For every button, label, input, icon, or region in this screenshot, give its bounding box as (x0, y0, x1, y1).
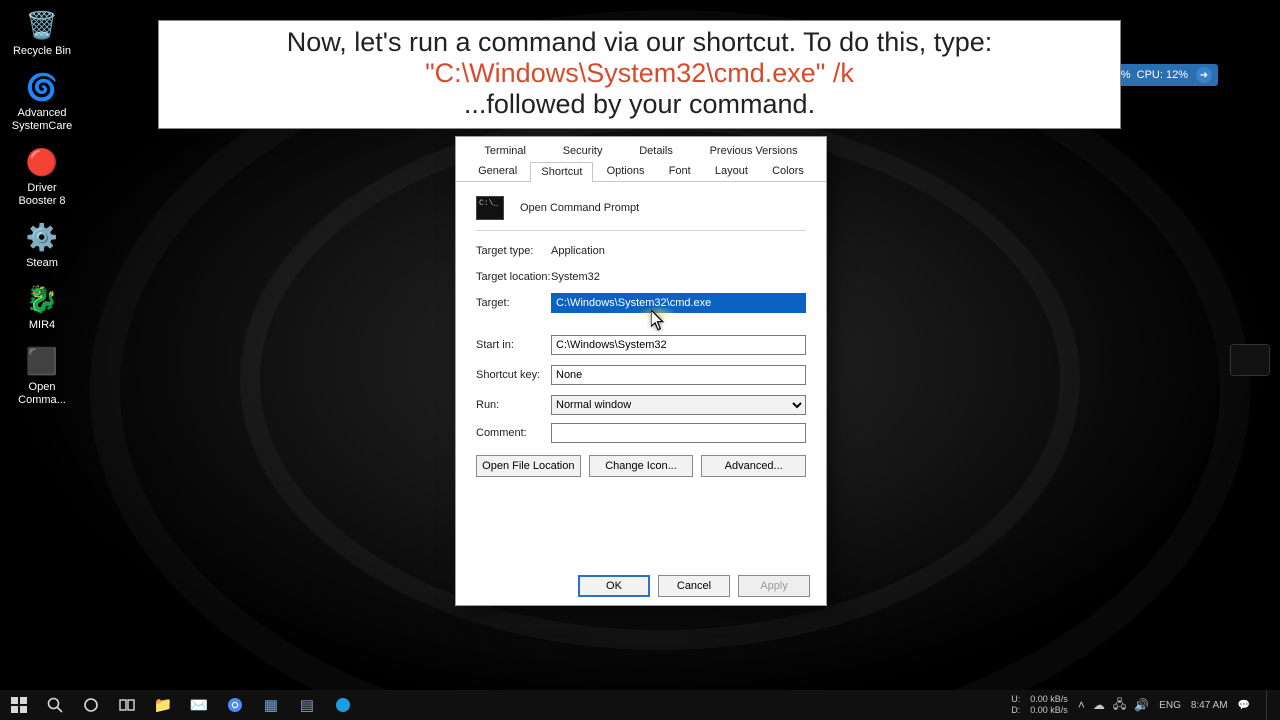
desktop-icon-driver-booster[interactable]: 🔴 Driver Booster 8 (6, 141, 78, 210)
desktop-icon-label: Driver Booster 8 (8, 182, 76, 208)
shortcut-name: Open Command Prompt (520, 202, 639, 214)
tab-shortcut[interactable]: Shortcut (530, 162, 593, 182)
tab-terminal[interactable]: Terminal (473, 141, 537, 161)
tab-font[interactable]: Font (658, 161, 702, 181)
app-icon: 🐉 (25, 282, 59, 316)
dialog-footer: OK Cancel Apply (456, 575, 826, 597)
desktop-icon-open-command[interactable]: ⬛ Open Comma... (6, 340, 78, 409)
startin-label: Start in: (476, 339, 551, 351)
battery-widget (1230, 344, 1270, 376)
app-icon: 🔴 (25, 145, 59, 179)
ok-button[interactable]: OK (578, 575, 650, 597)
overlay-line1: Now, let's run a command via our shortcu… (171, 27, 1108, 58)
desktop-icons-area: 🗑️ Recycle Bin 🌀 Advanced SystemCare 🔴 D… (6, 4, 78, 415)
file-explorer-button[interactable]: 📁 (146, 690, 180, 720)
show-desktop-button[interactable] (1266, 690, 1272, 720)
dialog-body: Open Command Prompt Target type: Applica… (456, 182, 826, 483)
start-button[interactable] (2, 690, 36, 720)
tab-general[interactable]: General (467, 161, 528, 181)
recycle-bin-icon: 🗑️ (25, 8, 59, 42)
target-type-value: Application (551, 245, 806, 257)
cmd-icon: ⬛ (25, 344, 59, 378)
tab-previous-versions[interactable]: Previous Versions (699, 141, 809, 161)
volume-icon[interactable]: 🔊 (1134, 698, 1149, 712)
target-label: Target: (476, 297, 551, 309)
search-button[interactable] (38, 690, 72, 720)
advanced-button[interactable]: Advanced... (701, 455, 806, 477)
arrow-right-icon: ➜ (1196, 67, 1212, 83)
task-view-button[interactable] (110, 690, 144, 720)
tab-security[interactable]: Security (552, 141, 614, 161)
cpu-widget-label: CPU: 12% (1137, 69, 1188, 81)
cmd-icon (476, 196, 504, 220)
shortcutkey-label: Shortcut key: (476, 369, 551, 381)
comment-input[interactable] (551, 423, 806, 443)
overlay-line3: ...followed by your command. (171, 89, 1108, 120)
cortana-button[interactable] (74, 690, 108, 720)
tab-details[interactable]: Details (628, 141, 684, 161)
notifications-button[interactable]: 💬 (1238, 700, 1250, 711)
overlay-line2: "C:\Windows\System32\cmd.exe" /k (171, 58, 1108, 89)
target-location-label: Target location: (476, 271, 551, 283)
startin-input[interactable] (551, 335, 806, 355)
tab-colors[interactable]: Colors (761, 161, 815, 181)
onedrive-icon[interactable]: ☁ (1093, 698, 1105, 712)
desktop-icon-label: MIR4 (8, 319, 76, 332)
run-label: Run: (476, 399, 551, 411)
cpu-widget-prefix: % (1121, 69, 1131, 81)
app-button-2[interactable]: ▤ (290, 690, 324, 720)
shortcutkey-input[interactable] (551, 365, 806, 385)
target-location-value: System32 (551, 271, 806, 283)
network-icon[interactable]: 🖧 (1113, 695, 1126, 716)
desktop-icon-label: Steam (8, 257, 76, 270)
network-rate-values: 0.00 kB/s 0.00 kB/s (1030, 694, 1068, 716)
desktop-icon-mir4[interactable]: 🐉 MIR4 (6, 278, 78, 334)
target-type-label: Target type: (476, 245, 551, 257)
tab-bar: Terminal Security Details Previous Versi… (456, 137, 826, 182)
shortcut-properties-dialog: Terminal Security Details Previous Versi… (455, 136, 827, 606)
network-rate: U: D: (1011, 694, 1020, 716)
change-icon-button[interactable]: Change Icon... (589, 455, 694, 477)
instruction-overlay: Now, let's run a command via our shortcu… (158, 20, 1121, 129)
apply-button[interactable]: Apply (738, 575, 810, 597)
app-icon: 🌀 (25, 70, 59, 104)
desktop-icon-recycle-bin[interactable]: 🗑️ Recycle Bin (6, 4, 78, 60)
comment-label: Comment: (476, 427, 551, 439)
desktop-icon-advanced-systemcare[interactable]: 🌀 Advanced SystemCare (6, 66, 78, 135)
target-input[interactable] (551, 293, 806, 313)
open-file-location-button[interactable]: Open File Location (476, 455, 581, 477)
edge-button[interactable] (326, 690, 360, 720)
chevron-up-icon[interactable]: ˄ (1078, 698, 1085, 712)
app-icon: ⚙️ (25, 220, 59, 254)
run-select[interactable]: Normal window (551, 395, 806, 415)
chrome-button[interactable] (218, 690, 252, 720)
clock[interactable]: 8:47 AM (1191, 700, 1228, 711)
tab-layout[interactable]: Layout (704, 161, 759, 181)
app-button[interactable]: ▦ (254, 690, 288, 720)
cancel-button[interactable]: Cancel (658, 575, 730, 597)
desktop-icon-steam[interactable]: ⚙️ Steam (6, 216, 78, 272)
language-indicator[interactable]: ENG (1159, 700, 1181, 711)
desktop-icon-label: Open Comma... (8, 381, 76, 407)
mail-button[interactable]: ✉️ (182, 690, 216, 720)
tab-options[interactable]: Options (596, 161, 656, 181)
taskbar: 📁 ✉️ ▦ ▤ U: D: 0.00 kB/s 0.00 kB/s ˄ ☁ 🖧… (0, 690, 1280, 720)
desktop-icon-label: Advanced SystemCare (8, 107, 76, 133)
tray-icons[interactable]: ˄ ☁ 🖧 🔊 (1078, 695, 1149, 716)
cpu-widget[interactable]: % CPU: 12% ➜ (1111, 64, 1218, 86)
desktop-icon-label: Recycle Bin (8, 45, 76, 58)
